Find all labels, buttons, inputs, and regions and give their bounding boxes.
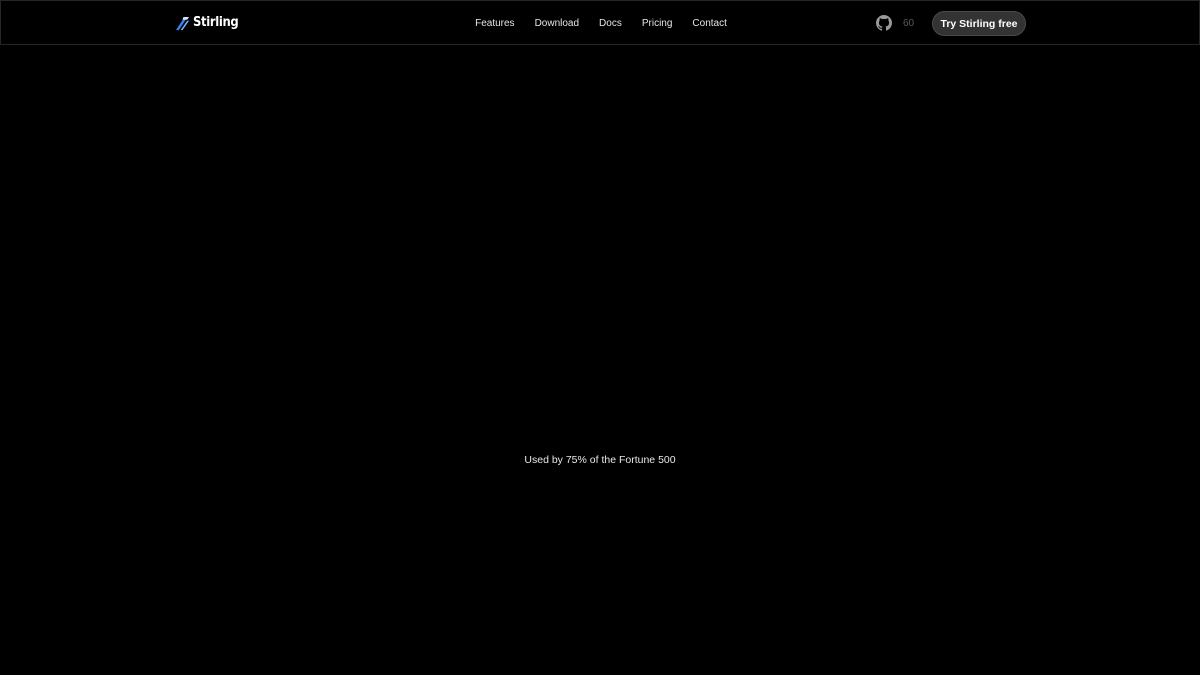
nav-link-contact[interactable]: Contact [682, 18, 736, 29]
top-navbar: Stirling Features Download Docs Pricing … [0, 0, 1200, 45]
nav-link-download[interactable]: Download [525, 18, 589, 29]
nav-link-features[interactable]: Features [465, 18, 524, 29]
github-icon [876, 15, 892, 31]
brand-name: Stirling [193, 14, 239, 31]
hero-tagline: Used by 75% of the Fortune 500 [524, 453, 676, 466]
nav-link-docs[interactable]: Docs [589, 18, 632, 29]
github-star-count: 60 [903, 18, 915, 29]
nav-link-pricing[interactable]: Pricing [632, 18, 683, 29]
brand-logo-link[interactable]: Stirling [175, 14, 246, 32]
try-stirling-free-button[interactable]: Try Stirling free [932, 11, 1026, 36]
github-link[interactable] [876, 15, 892, 31]
stirling-logo-icon [175, 16, 190, 30]
